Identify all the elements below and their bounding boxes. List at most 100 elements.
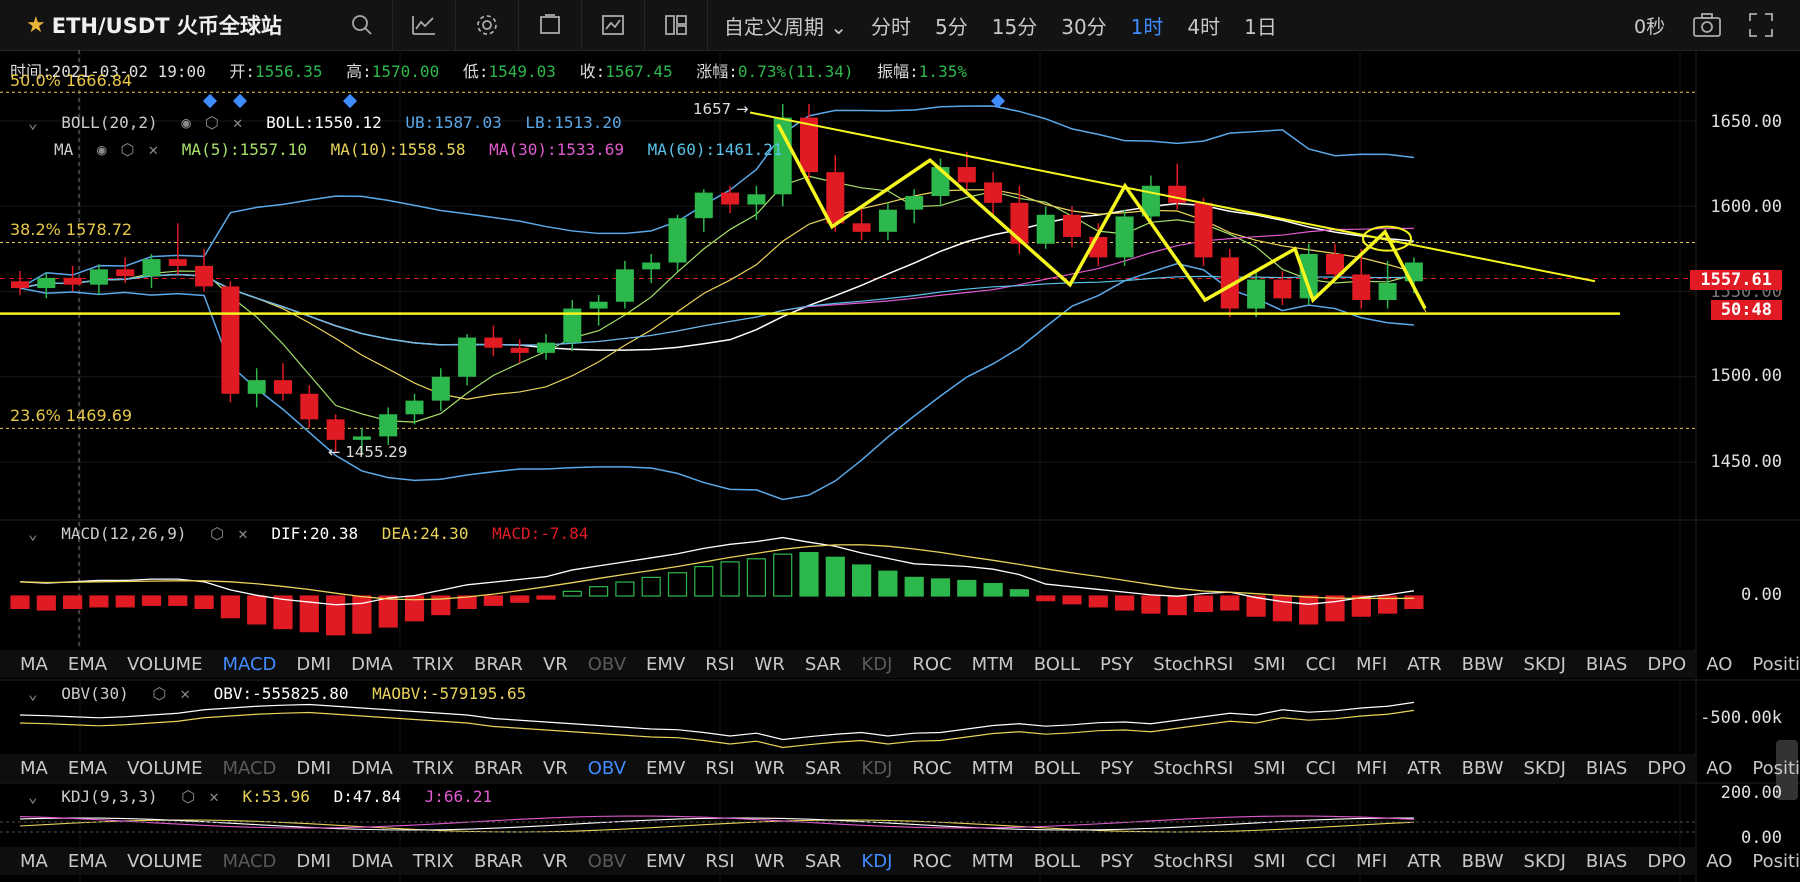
indicator-tab-atr[interactable]: ATR bbox=[1407, 851, 1441, 872]
fullscreen-icon[interactable] bbox=[1748, 12, 1774, 42]
settings-icon[interactable]: ⬡ bbox=[121, 140, 135, 159]
indicator-tab-skdj[interactable]: SKDJ bbox=[1524, 654, 1566, 675]
indicator-tab-wr[interactable]: WR bbox=[755, 851, 785, 872]
collapse-chevron-icon[interactable]: ⌄ bbox=[28, 113, 38, 132]
indicator-tab-position[interactable]: Position bbox=[1752, 851, 1800, 872]
eye-icon[interactable]: ◉ bbox=[181, 113, 191, 132]
indicator-tab-stochrsi[interactable]: StochRSI bbox=[1153, 851, 1233, 872]
indicator-tab-dmi[interactable]: DMI bbox=[296, 654, 331, 675]
indicator-tab-cci[interactable]: CCI bbox=[1306, 654, 1336, 675]
eye-icon[interactable]: ◉ bbox=[97, 140, 107, 159]
period-tab-3[interactable]: 15分 bbox=[992, 11, 1037, 40]
indicator-tab-ma[interactable]: MA bbox=[20, 758, 48, 779]
indicator-tab-dpo[interactable]: DPO bbox=[1647, 758, 1686, 779]
indicator-tab-cci[interactable]: CCI bbox=[1306, 758, 1336, 779]
period-tab-4[interactable]: 30分 bbox=[1061, 11, 1106, 40]
indicator-tab-emv[interactable]: EMV bbox=[646, 851, 685, 872]
indicator-tab-boll[interactable]: BOLL bbox=[1034, 851, 1080, 872]
period-tab-6[interactable]: 4时 bbox=[1187, 11, 1220, 40]
indicator-tab-bbw[interactable]: BBW bbox=[1462, 758, 1504, 779]
indicator-tab-emv[interactable]: EMV bbox=[646, 654, 685, 675]
indicator-tab-atr[interactable]: ATR bbox=[1407, 758, 1441, 779]
indicator-tab-mtm[interactable]: MTM bbox=[972, 851, 1014, 872]
indicator-tab-rsi[interactable]: RSI bbox=[705, 851, 734, 872]
indicator-tab-emv[interactable]: EMV bbox=[646, 758, 685, 779]
indicator-tab-position[interactable]: Position bbox=[1752, 758, 1800, 779]
chart-type-icon[interactable] bbox=[580, 0, 644, 50]
close-icon[interactable]: ✕ bbox=[209, 787, 219, 806]
favorite-star-icon[interactable]: ★ bbox=[26, 13, 46, 38]
indicator-tab-kdj[interactable]: KDJ bbox=[861, 758, 892, 779]
indicator-tab-brar[interactable]: BRAR bbox=[474, 758, 523, 779]
indicator-tab-obv[interactable]: OBV bbox=[588, 851, 626, 872]
indicator-tab-dpo[interactable]: DPO bbox=[1647, 851, 1686, 872]
indicator-tab-mfi[interactable]: MFI bbox=[1356, 758, 1387, 779]
indicator-tab-vr[interactable]: VR bbox=[543, 851, 568, 872]
indicator-tab-dma[interactable]: DMA bbox=[351, 851, 393, 872]
indicator-tab-macd[interactable]: MACD bbox=[222, 758, 276, 779]
indicator-tab-bbw[interactable]: BBW bbox=[1462, 654, 1504, 675]
settings-icon[interactable]: ⬡ bbox=[152, 684, 166, 703]
layout-icon[interactable] bbox=[517, 0, 581, 50]
indicator-tab-smi[interactable]: SMI bbox=[1253, 758, 1285, 779]
collapse-chevron-icon[interactable]: ⌄ bbox=[28, 787, 38, 806]
indicator-tab-ema[interactable]: EMA bbox=[68, 654, 107, 675]
settings-icon[interactable]: ⬡ bbox=[205, 113, 219, 132]
indicator-tab-dpo[interactable]: DPO bbox=[1647, 654, 1686, 675]
indicator-tab-bias[interactable]: BIAS bbox=[1586, 758, 1627, 779]
custom-period-dropdown[interactable]: 自定义周期 ⌄ bbox=[724, 11, 847, 40]
indicator-tab-roc[interactable]: ROC bbox=[912, 654, 951, 675]
indicator-tab-vr[interactable]: VR bbox=[543, 758, 568, 779]
indicator-tab-ma[interactable]: MA bbox=[20, 851, 48, 872]
indicator-tab-ma[interactable]: MA bbox=[20, 654, 48, 675]
indicator-tab-macd[interactable]: MACD bbox=[222, 654, 276, 675]
period-tab-5[interactable]: 1时 bbox=[1131, 11, 1164, 40]
indicator-tab-cci[interactable]: CCI bbox=[1306, 851, 1336, 872]
indicator-tab-skdj[interactable]: SKDJ bbox=[1524, 851, 1566, 872]
indicator-tab-bias[interactable]: BIAS bbox=[1586, 654, 1627, 675]
indicator-tab-stochrsi[interactable]: StochRSI bbox=[1153, 654, 1233, 675]
close-icon[interactable]: ✕ bbox=[149, 140, 159, 159]
indicator-tab-skdj[interactable]: SKDJ bbox=[1524, 758, 1566, 779]
indicator-tab-psy[interactable]: PSY bbox=[1100, 851, 1133, 872]
indicator-tab-macd[interactable]: MACD bbox=[222, 851, 276, 872]
indicator-tab-mtm[interactable]: MTM bbox=[972, 758, 1014, 779]
indicator-icon[interactable] bbox=[391, 0, 455, 50]
period-tab-2[interactable]: 5分 bbox=[935, 11, 968, 40]
period-tab-1[interactable]: 分时 bbox=[871, 11, 911, 40]
split-view-icon[interactable] bbox=[643, 0, 707, 50]
indicator-tab-sar[interactable]: SAR bbox=[805, 654, 842, 675]
indicator-tab-brar[interactable]: BRAR bbox=[474, 851, 523, 872]
close-icon[interactable]: ✕ bbox=[180, 684, 190, 703]
indicator-tab-kdj[interactable]: KDJ bbox=[861, 654, 892, 675]
indicator-tab-ao[interactable]: AO bbox=[1706, 654, 1732, 675]
indicator-tab-boll[interactable]: BOLL bbox=[1034, 758, 1080, 779]
indicator-tab-brar[interactable]: BRAR bbox=[474, 654, 523, 675]
period-tab-7[interactable]: 1日 bbox=[1244, 11, 1277, 40]
indicator-tab-vr[interactable]: VR bbox=[543, 654, 568, 675]
close-icon[interactable]: ✕ bbox=[233, 113, 243, 132]
indicator-tab-psy[interactable]: PSY bbox=[1100, 654, 1133, 675]
indicator-tab-rsi[interactable]: RSI bbox=[705, 654, 734, 675]
indicator-tab-obv[interactable]: OBV bbox=[588, 654, 626, 675]
collapse-chevron-icon[interactable]: ⌄ bbox=[28, 524, 38, 543]
settings-gear-icon[interactable] bbox=[454, 0, 518, 50]
indicator-tab-wr[interactable]: WR bbox=[755, 654, 785, 675]
indicator-tab-bbw[interactable]: BBW bbox=[1462, 851, 1504, 872]
search-icon[interactable] bbox=[342, 14, 382, 36]
collapse-chevron-icon[interactable]: ⌄ bbox=[28, 684, 38, 703]
indicator-tab-ao[interactable]: AO bbox=[1706, 851, 1732, 872]
camera-icon[interactable] bbox=[1692, 12, 1722, 42]
indicator-tab-trix[interactable]: TRIX bbox=[413, 758, 454, 779]
indicator-tab-ema[interactable]: EMA bbox=[68, 851, 107, 872]
indicator-tab-dma[interactable]: DMA bbox=[351, 758, 393, 779]
indicator-tab-volume[interactable]: VOLUME bbox=[127, 758, 202, 779]
indicator-tab-trix[interactable]: TRIX bbox=[413, 654, 454, 675]
indicator-tab-kdj[interactable]: KDJ bbox=[861, 851, 892, 872]
indicator-tab-trix[interactable]: TRIX bbox=[413, 851, 454, 872]
indicator-tab-dmi[interactable]: DMI bbox=[296, 758, 331, 779]
indicator-tab-ema[interactable]: EMA bbox=[68, 758, 107, 779]
close-icon[interactable]: ✕ bbox=[238, 524, 248, 543]
settings-icon[interactable]: ⬡ bbox=[181, 787, 195, 806]
indicator-tab-atr[interactable]: ATR bbox=[1407, 654, 1441, 675]
